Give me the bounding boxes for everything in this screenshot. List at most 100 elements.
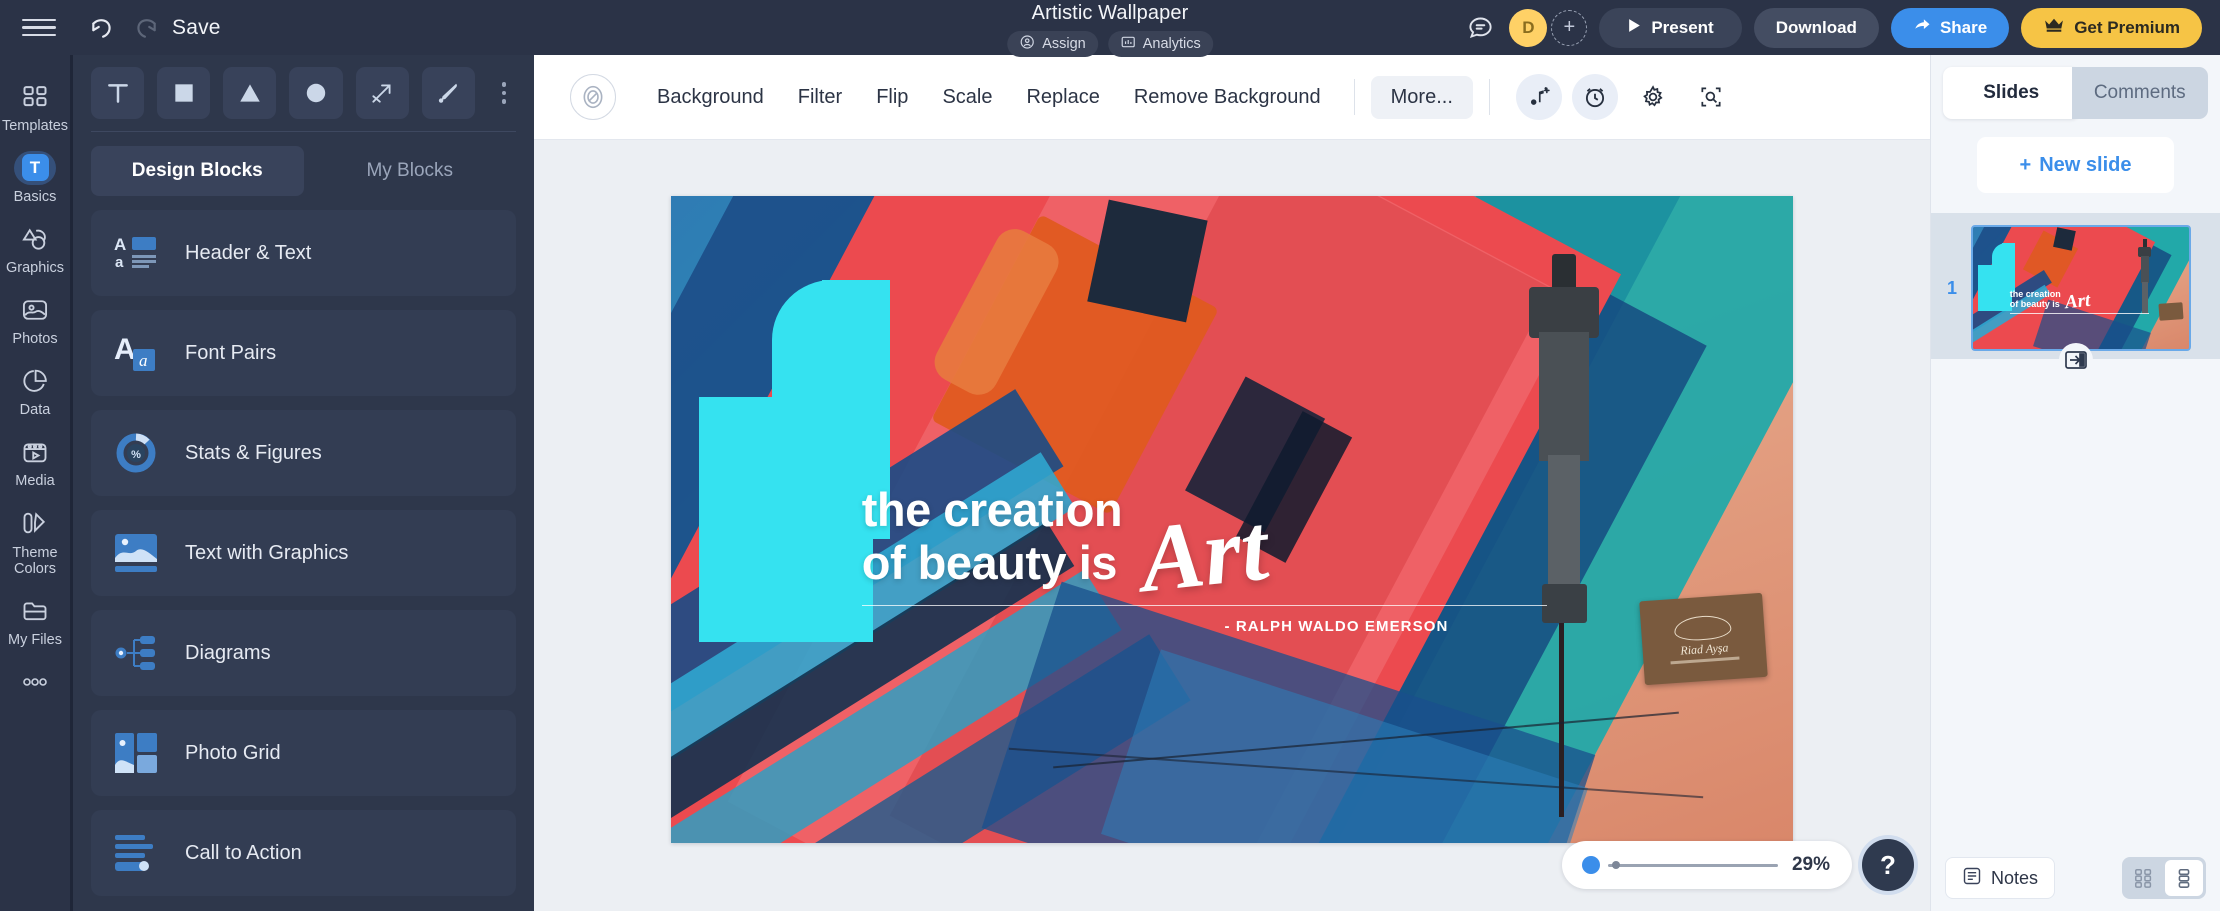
- undo-icon[interactable]: [80, 6, 124, 50]
- notes-button[interactable]: Notes: [1945, 857, 2056, 899]
- zoom-select-icon[interactable]: [1688, 74, 1734, 120]
- insert-slide-icon[interactable]: [2058, 343, 2093, 377]
- add-user-icon[interactable]: +: [1551, 9, 1588, 46]
- ctx-filter[interactable]: Filter: [781, 86, 859, 109]
- text-t-icon: T: [14, 150, 56, 185]
- tab-design-blocks[interactable]: Design Blocks: [91, 146, 304, 196]
- ctx-flip[interactable]: Flip: [859, 86, 925, 109]
- sidebar-item-media[interactable]: Media: [0, 426, 70, 497]
- zoom-handle[interactable]: [1581, 856, 1600, 874]
- right-panel-footer: Notes: [1931, 845, 2220, 911]
- top-bar-left: Save: [0, 6, 221, 50]
- canvas-area: Riad Ayşa the creation of beauty is Art …: [534, 140, 1930, 911]
- sidebar-item-theme-colors[interactable]: Theme Colors: [0, 497, 70, 585]
- present-button[interactable]: Present: [1599, 7, 1742, 48]
- tab-my-blocks[interactable]: My Blocks: [304, 146, 517, 196]
- rectangle-tool[interactable]: [157, 67, 211, 119]
- main-body: Templates T Basics Graphics Photos Data …: [0, 55, 2220, 911]
- context-toolbar: Background Filter Flip Scale Replace Rem…: [534, 55, 1930, 140]
- analytics-button[interactable]: Analytics: [1107, 31, 1213, 57]
- sidebar-item-photos[interactable]: Photos: [0, 284, 70, 355]
- comment-icon[interactable]: [1463, 11, 1497, 45]
- block-call-to-action[interactable]: Call to Action: [91, 810, 516, 896]
- slide-headline-line-1: the creation: [861, 482, 1123, 536]
- font-pairs-icon: A a: [113, 330, 159, 376]
- zoom-tick: [1611, 861, 1620, 869]
- hamburger-icon[interactable]: [22, 11, 56, 45]
- no-crop-icon[interactable]: [570, 74, 616, 120]
- share-button[interactable]: Share: [1890, 7, 2010, 48]
- block-label: Stats & Figures: [185, 441, 322, 464]
- block-stats-and-figures[interactable]: % Stats & Figures: [91, 410, 516, 496]
- tab-comments[interactable]: Comments: [2071, 67, 2208, 119]
- folder-icon: [14, 594, 56, 628]
- block-label: Diagrams: [185, 641, 271, 664]
- ellipse-tool[interactable]: [289, 67, 343, 119]
- line-arrow-tool[interactable]: [355, 67, 409, 119]
- sidebar-item-templates[interactable]: Templates: [0, 71, 70, 142]
- timer-icon[interactable]: [1571, 74, 1618, 120]
- text-tool[interactable]: [91, 67, 145, 119]
- palette-icon: [14, 506, 56, 540]
- slide-list-item[interactable]: 1 the creation of beauty is Art: [1931, 225, 2220, 351]
- document-title[interactable]: Artistic Wallpaper: [1032, 2, 1189, 25]
- diagram-icon: [113, 630, 159, 676]
- redo-icon[interactable]: [124, 6, 168, 50]
- block-text-with-graphics[interactable]: Text with Graphics: [91, 510, 516, 596]
- list-view-icon[interactable]: [2165, 860, 2203, 896]
- tab-slides[interactable]: Slides: [1943, 67, 2080, 119]
- more-tools-button[interactable]: [488, 67, 520, 119]
- sidebar-item-my-files[interactable]: My Files: [0, 585, 70, 656]
- block-label: Header & Text: [185, 241, 312, 264]
- ctx-background[interactable]: Background: [640, 86, 781, 109]
- ctx-divider-2: [1488, 79, 1490, 115]
- svg-text:a: a: [139, 351, 148, 370]
- svg-text:a: a: [115, 254, 124, 271]
- slide-headline-line-2: of beauty is: [861, 535, 1118, 589]
- animation-icon[interactable]: [1515, 74, 1562, 120]
- save-button[interactable]: Save: [172, 16, 221, 40]
- sidebar-label-photos: Photos: [12, 330, 58, 347]
- ctx-more-button[interactable]: More...: [1370, 75, 1473, 119]
- sidebar-item-basics[interactable]: T Basics: [0, 142, 70, 213]
- ctx-replace[interactable]: Replace: [1009, 86, 1116, 109]
- slide-thumbnail[interactable]: the creation of beauty is Art: [1971, 225, 2191, 351]
- svg-text:A: A: [114, 333, 136, 366]
- block-diagrams[interactable]: Diagrams: [91, 610, 516, 696]
- block-label: Font Pairs: [185, 341, 277, 364]
- image-text-icon: [113, 530, 159, 576]
- block-photo-grid[interactable]: Photo Grid: [91, 710, 516, 796]
- sidebar-item-data[interactable]: Data: [0, 355, 70, 426]
- sidebar-label-graphics: Graphics: [5, 259, 65, 276]
- ctx-scale[interactable]: Scale: [925, 86, 1009, 109]
- help-button[interactable]: ?: [1862, 839, 1914, 891]
- sidebar-item-more[interactable]: [0, 656, 70, 706]
- zoom-slider[interactable]: [1581, 856, 1778, 874]
- block-font-pairs[interactable]: A a Font Pairs: [91, 310, 516, 396]
- thumb-headline-2: of beauty is: [2009, 299, 2060, 310]
- settings-gear-icon[interactable]: [1630, 74, 1676, 120]
- photo-grid-icon: [113, 730, 159, 776]
- ctx-remove-background[interactable]: Remove Background: [1117, 86, 1338, 109]
- grid-view-icon[interactable]: [2125, 860, 2163, 896]
- block-header-and-text[interactable]: A a Header & Text: [91, 210, 516, 296]
- slide-canvas[interactable]: Riad Ayşa the creation of beauty is Art …: [671, 196, 1793, 843]
- slide-text-group[interactable]: the creation of beauty is Art - RALPH WA…: [861, 482, 1569, 635]
- zoom-value: 29%: [1791, 854, 1830, 875]
- premium-label: Get Premium: [2074, 17, 2180, 37]
- sidebar-item-graphics[interactable]: Graphics: [0, 213, 70, 284]
- pen-tool[interactable]: [421, 67, 475, 119]
- thumb-rule: [2009, 313, 2149, 315]
- ctx-divider: [1353, 79, 1355, 115]
- new-slide-button[interactable]: + New slide: [1977, 137, 2174, 193]
- sidebar-label-my-files: My Files: [8, 631, 62, 648]
- assign-button[interactable]: Assign: [1007, 31, 1098, 57]
- left-rail: Templates T Basics Graphics Photos Data …: [0, 55, 70, 911]
- avatar[interactable]: D: [1509, 8, 1548, 47]
- header-text-icon: A a: [113, 230, 159, 276]
- get-premium-button[interactable]: Get Premium: [2021, 7, 2202, 48]
- triangle-tool[interactable]: [223, 67, 277, 119]
- download-button[interactable]: Download: [1753, 7, 1879, 48]
- plus-icon: +: [2019, 153, 2032, 176]
- top-bar-right: D + Present Download Share Get Premium: [1463, 7, 2220, 48]
